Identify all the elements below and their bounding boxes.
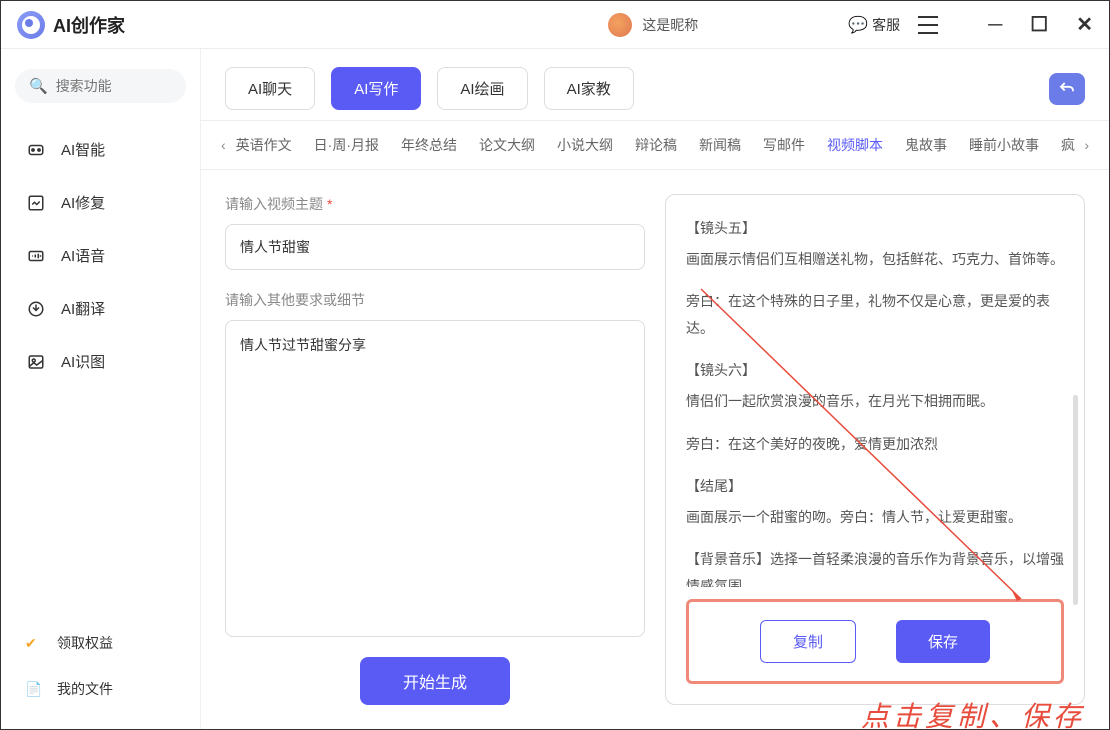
search-box[interactable]: 🔍 [15, 69, 186, 103]
voice-icon [25, 247, 47, 265]
shot5-title: 【镜头五】 [686, 215, 1064, 242]
minimize-button[interactable]: ─ [988, 15, 1002, 35]
titlebar: AI创作家 这是昵称 💬 客服 ─ ☐ ✕ [1, 1, 1109, 49]
shot5-narration: 旁白：在这个特殊的日子里，礼物不仅是心意，更是爱的表达。 [686, 288, 1064, 341]
output-text: 【镜头五】 画面展示情侣们互相赠送礼物，包括鲜花、巧克力、首饰等。 旁白：在这个… [686, 215, 1064, 587]
sidebar-item-label: AI识图 [61, 351, 105, 372]
music: 【背景音乐】选择一首轻柔浪漫的音乐作为背景音乐，以增强情感氛围。 [686, 546, 1064, 587]
detail-textarea[interactable] [225, 320, 645, 637]
user-nickname: 这是昵称 [642, 15, 698, 35]
subtab-english[interactable]: 英语作文 [234, 129, 294, 161]
maximize-button[interactable]: ☐ [1030, 15, 1048, 35]
app-title: AI创作家 [53, 12, 125, 38]
image-icon [25, 353, 47, 371]
search-icon: 🔍 [29, 77, 48, 95]
app-logo [17, 11, 45, 39]
subtab-email[interactable]: 写邮件 [761, 129, 807, 161]
support-label: 客服 [872, 15, 900, 35]
undo-button[interactable] [1049, 73, 1085, 105]
subtab-crazy[interactable]: 疯 [1059, 129, 1076, 161]
subtab-novel[interactable]: 小说大纲 [555, 129, 615, 161]
undo-icon [1058, 80, 1076, 98]
subtab-bedtime[interactable]: 睡前小故事 [967, 129, 1041, 161]
search-input[interactable] [56, 78, 172, 94]
scroll-left-button[interactable]: ‹ [213, 133, 234, 157]
subtab-news[interactable]: 新闻稿 [697, 129, 743, 161]
subtab-paper[interactable]: 论文大纲 [477, 129, 537, 161]
chat-icon: 💬 [848, 15, 868, 35]
detail-label: 请输入其他要求或细节 [225, 290, 645, 310]
sidebar-item-repair[interactable]: AI修复 [15, 180, 186, 225]
sidebar-item-label: AI修复 [61, 192, 105, 213]
menu-icon[interactable] [918, 16, 938, 34]
vip-icon: ✔ [25, 635, 45, 652]
sidebar-item-translate[interactable]: AI翻译 [15, 286, 186, 331]
scrollbar[interactable] [1073, 395, 1078, 605]
shot6-body: 情侣们一起欣赏浪漫的音乐，在月光下相拥而眠。 [686, 388, 1064, 415]
subtab-debate[interactable]: 辩论稿 [633, 129, 679, 161]
main-tabs: AI聊天 AI写作 AI绘画 AI家教 [201, 49, 1109, 120]
sidebar-files-label: 我的文件 [57, 679, 113, 699]
tab-write[interactable]: AI写作 [331, 67, 421, 110]
translate-icon [25, 300, 47, 318]
repair-icon [25, 194, 47, 212]
tab-chat[interactable]: AI聊天 [225, 67, 315, 110]
sidebar-files[interactable]: 📄 我的文件 [15, 669, 186, 709]
sidebar-item-label: AI翻译 [61, 298, 105, 319]
file-icon: 📄 [25, 681, 45, 698]
subtab-video[interactable]: 视频脚本 [825, 129, 885, 161]
sidebar: 🔍 AI智能 AI修复 AI语音 AI翻译 [1, 49, 201, 729]
subtab-report[interactable]: 日·周·月报 [312, 129, 381, 161]
generate-button[interactable]: 开始生成 [360, 657, 510, 705]
sidebar-item-image[interactable]: AI识图 [15, 339, 186, 384]
sidebar-item-label: AI语音 [61, 245, 105, 266]
tab-tutor[interactable]: AI家教 [544, 67, 634, 110]
sidebar-rewards[interactable]: ✔ 领取权益 [15, 623, 186, 663]
ending-body: 画面展示一个甜蜜的吻。旁白：情人节，让爱更甜蜜。 [686, 504, 1064, 531]
shot6-narration: 旁白：在这个美好的夜晚，爱情更加浓烈 [686, 431, 1064, 458]
tab-draw[interactable]: AI绘画 [437, 67, 527, 110]
output-panel: 【镜头五】 画面展示情侣们互相赠送礼物，包括鲜花、巧克力、首饰等。 旁白：在这个… [665, 194, 1085, 705]
shot6-title: 【镜头六】 [686, 357, 1064, 384]
sidebar-item-voice[interactable]: AI语音 [15, 233, 186, 278]
nav-list: AI智能 AI修复 AI语音 AI翻译 AI识图 [15, 127, 186, 384]
save-button[interactable]: 保存 [896, 620, 990, 663]
copy-button[interactable]: 复制 [760, 620, 856, 663]
support-button[interactable]: 💬 客服 [848, 15, 900, 35]
sidebar-item-smart[interactable]: AI智能 [15, 127, 186, 172]
action-buttons: 复制 保存 [686, 599, 1064, 684]
user-avatar[interactable] [608, 13, 632, 37]
topic-label: 请输入视频主题* [225, 194, 645, 214]
sidebar-item-label: AI智能 [61, 139, 105, 160]
scroll-right-button[interactable]: › [1076, 133, 1097, 157]
topic-input[interactable]: 情人节甜蜜 [225, 224, 645, 270]
close-button[interactable]: ✕ [1076, 15, 1093, 35]
sub-tabs: ‹ 英语作文 日·周·月报 年终总结 论文大纲 小说大纲 辩论稿 新闻稿 写邮件… [201, 120, 1109, 170]
ending-title: 【结尾】 [686, 473, 1064, 500]
shot5-body: 画面展示情侣们互相赠送礼物，包括鲜花、巧克力、首饰等。 [686, 246, 1064, 273]
input-panel: 请输入视频主题* 情人节甜蜜 请输入其他要求或细节 开始生成 [225, 194, 645, 705]
subtab-ghost[interactable]: 鬼故事 [903, 129, 949, 161]
sidebar-rewards-label: 领取权益 [57, 633, 113, 653]
subtab-yearend[interactable]: 年终总结 [399, 129, 459, 161]
smart-icon [25, 141, 47, 159]
